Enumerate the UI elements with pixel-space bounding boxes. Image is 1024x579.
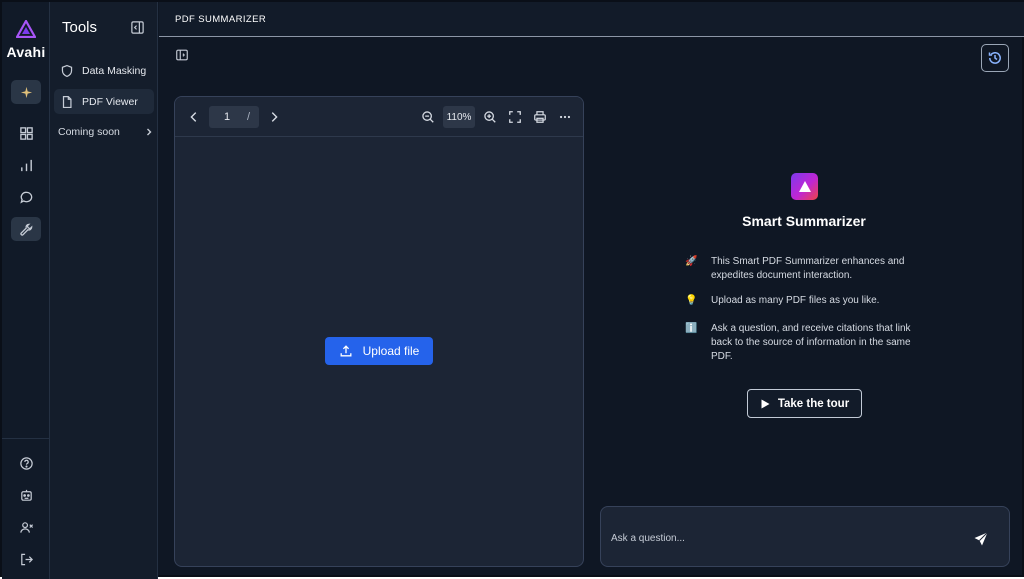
- prev-page-button[interactable]: [186, 109, 202, 125]
- lightbulb-icon: 💡: [685, 295, 698, 306]
- tool-item-label: PDF Viewer: [82, 95, 138, 108]
- feature-item: 💡 Upload as many PDF files as you like.: [685, 294, 935, 308]
- summarizer-title: Smart Summarizer: [742, 213, 866, 229]
- print-button[interactable]: [532, 109, 548, 125]
- help-circle-icon: [19, 456, 33, 470]
- next-page-button[interactable]: [266, 109, 282, 125]
- logout-icon: [20, 553, 33, 565]
- bot-button[interactable]: [11, 483, 41, 507]
- sidebar-toggle-icon[interactable]: [175, 48, 189, 62]
- bar-chart-icon: [20, 159, 32, 171]
- coming-soon-label: Coming soon: [58, 126, 120, 138]
- take-tour-button[interactable]: Take the tour: [747, 389, 862, 418]
- chevron-right-icon: [147, 128, 152, 136]
- user-x-icon: [19, 521, 33, 533]
- logout-button[interactable]: [11, 547, 41, 571]
- pdf-viewer: 1 / 110% Upload file: [174, 96, 584, 567]
- chevron-right-icon: [271, 112, 278, 122]
- chat-button[interactable]: [11, 185, 41, 209]
- wrench-icon: [19, 223, 32, 236]
- ask-question-box: [600, 506, 1010, 567]
- sparkle-icon: [20, 86, 32, 98]
- grid-icon: [19, 126, 33, 140]
- page-separator: /: [247, 111, 251, 123]
- zoom-out-button[interactable]: [420, 109, 436, 125]
- info-icon: ℹ️: [685, 323, 698, 334]
- summarizer-logo: [791, 173, 818, 200]
- tool-item-label: Data Masking: [82, 64, 147, 77]
- dashboard-button[interactable]: [11, 121, 41, 145]
- tool-item-pdf-viewer[interactable]: PDF Viewer: [54, 89, 154, 114]
- fullscreen-button[interactable]: [507, 109, 523, 125]
- printer-icon: [534, 111, 546, 123]
- collapse-panel-icon[interactable]: [130, 20, 145, 35]
- tools-button[interactable]: [11, 217, 41, 241]
- coming-soon-item[interactable]: Coming soon: [58, 124, 154, 140]
- brand-name: Avahi: [6, 44, 46, 60]
- zoom-in-button[interactable]: [482, 109, 498, 125]
- feature-text: This Smart PDF Summarizer enhances and e…: [711, 256, 905, 281]
- sparkle-button[interactable]: [11, 80, 41, 104]
- chat-bubble-icon: [19, 191, 32, 203]
- more-options-button[interactable]: [557, 109, 573, 125]
- rocket-icon: 🚀: [685, 256, 698, 267]
- tools-panel: Tools Data Masking PDF Viewer Coming soo…: [50, 2, 158, 579]
- upload-file-label: Upload file: [362, 344, 420, 358]
- viewer-toolbar: 1 / 110%: [175, 97, 583, 137]
- feature-text: Ask a question, and receive citations th…: [711, 323, 911, 362]
- top-bar: PDF SUMMARIZER: [159, 2, 1024, 37]
- chevron-left-icon: [190, 112, 197, 122]
- user-remove-button[interactable]: [11, 515, 41, 539]
- page-title: PDF SUMMARIZER: [175, 14, 267, 25]
- upload-icon: [340, 345, 352, 357]
- tools-title: Tools: [62, 19, 98, 36]
- send-icon[interactable]: [973, 531, 989, 547]
- play-icon: [761, 399, 770, 408]
- history-icon: [988, 52, 1001, 64]
- feature-text: Upload as many PDF files as you like.: [711, 295, 880, 306]
- ask-question-input[interactable]: [611, 529, 951, 547]
- feature-item: 🚀 This Smart PDF Summarizer enhances and…: [685, 255, 935, 283]
- history-button[interactable]: [981, 44, 1009, 72]
- app-window: Avahi Tools Data Masking PDF Viewer Comi…: [0, 0, 1024, 579]
- feature-item: ℹ️ Ask a question, and receive citations…: [685, 322, 935, 364]
- robot-icon: [20, 489, 32, 501]
- avahi-logo-icon: [16, 20, 36, 38]
- zoom-in-icon: [484, 111, 496, 123]
- icon-rail: Avahi: [2, 2, 50, 579]
- zoom-level[interactable]: 110%: [443, 106, 475, 128]
- take-tour-label: Take the tour: [777, 397, 850, 410]
- rail-divider: [2, 438, 50, 439]
- triangle-logo-icon: [798, 181, 811, 192]
- fullscreen-icon: [509, 111, 521, 123]
- shield-icon: [61, 64, 73, 77]
- zoom-out-icon: [422, 111, 434, 123]
- page-number: 1: [224, 111, 231, 123]
- page-number-input[interactable]: 1 /: [209, 106, 259, 128]
- analytics-button[interactable]: [11, 153, 41, 177]
- tool-item-data-masking[interactable]: Data Masking: [54, 58, 154, 83]
- document-icon: [62, 95, 72, 108]
- more-horizontal-icon: [559, 115, 571, 119]
- upload-file-button[interactable]: Upload file: [325, 337, 433, 365]
- help-button[interactable]: [11, 451, 41, 475]
